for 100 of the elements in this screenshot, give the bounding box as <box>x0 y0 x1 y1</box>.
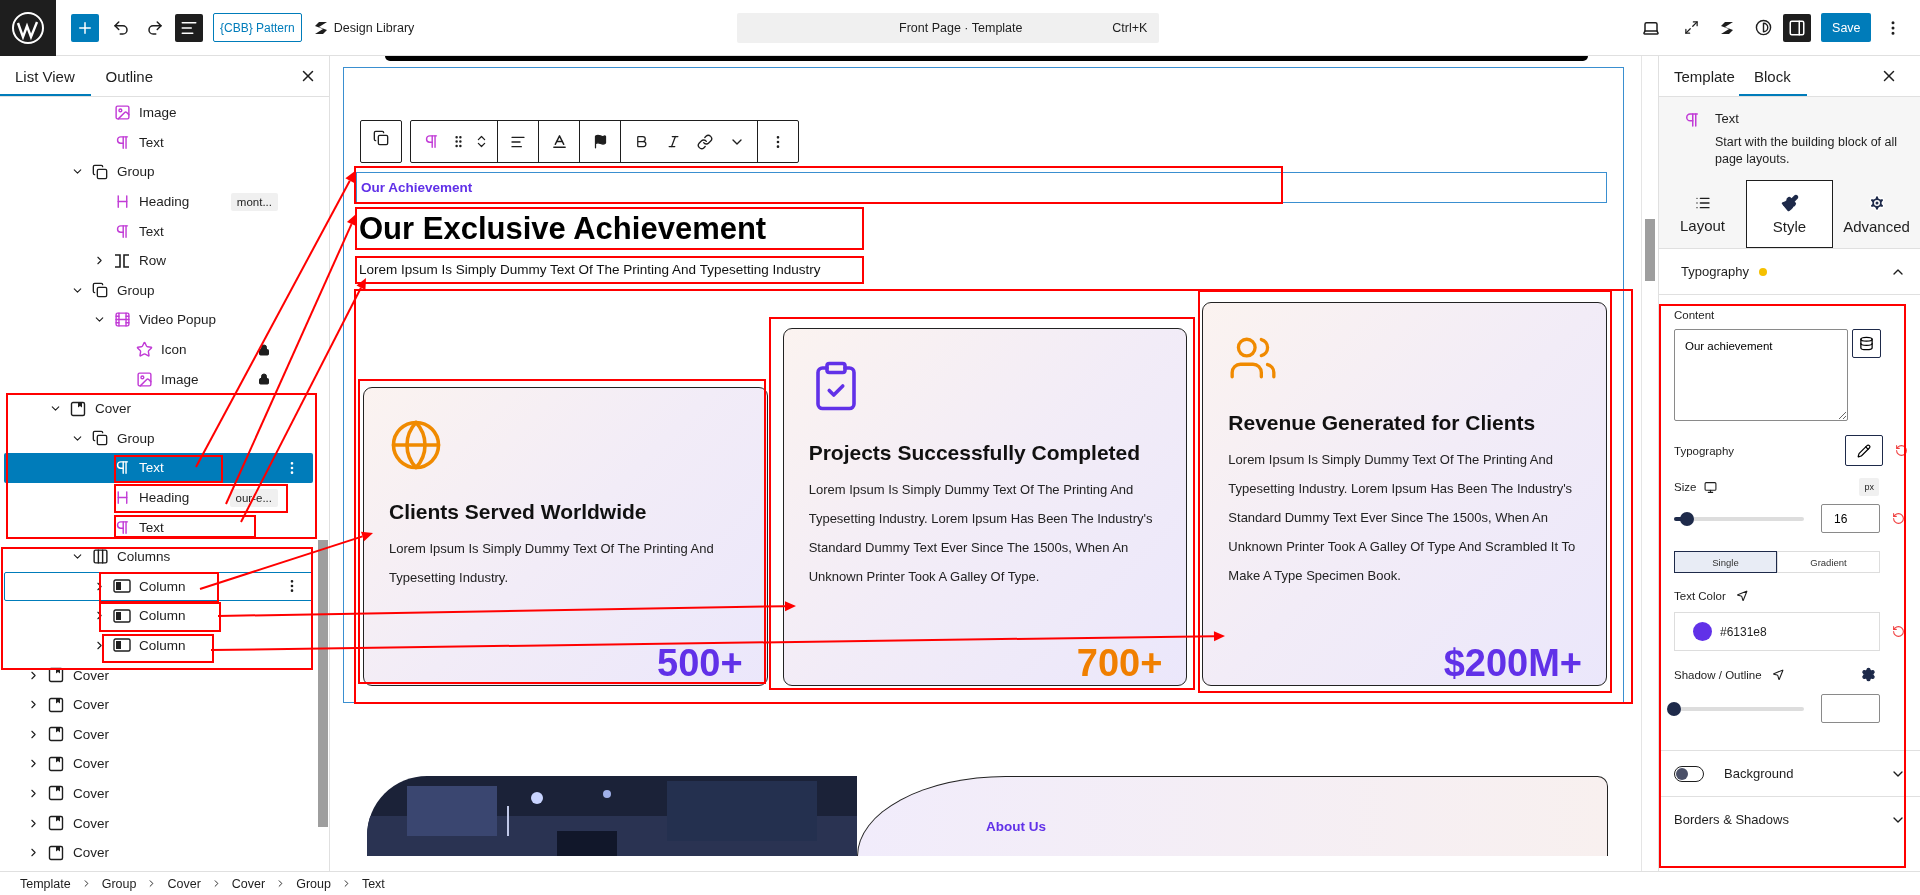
section-heading: Our Exclusive Achievement <box>359 210 767 247</box>
inspector-tab[interactable]: Layout <box>1659 180 1746 248</box>
image-icon <box>113 104 131 122</box>
cursor-icon <box>1771 668 1785 681</box>
layer-item[interactable]: Video Popup <box>4 305 313 335</box>
block-name: Text <box>1715 111 1740 126</box>
field-label: Size <box>1674 481 1697 493</box>
cover-icon <box>48 785 64 802</box>
cover-icon <box>48 726 64 743</box>
toggle-switch[interactable] <box>1674 765 1704 782</box>
layer-item[interactable]: Group <box>4 423 313 454</box>
reset-icon[interactable] <box>1892 512 1905 525</box>
layer-item[interactable]: Cover <box>4 689 313 720</box>
layer-item[interactable]: Columns <box>4 541 313 572</box>
inspector-tab[interactable]: Style <box>1746 180 1833 248</box>
save-button[interactable]: Save <box>1821 13 1872 42</box>
cover-icon <box>48 696 64 713</box>
sidebar-icon <box>1788 18 1807 37</box>
dynamic-data-button[interactable] <box>1852 329 1881 358</box>
sidebar-toggle-button[interactable] <box>1783 13 1812 42</box>
layer-item[interactable]: Cover <box>4 808 313 838</box>
panel-tab[interactable]: List View <box>0 56 91 96</box>
color-field[interactable]: #6131e8 <box>1674 612 1880 651</box>
field-label: Shadow / Outline <box>1674 668 1762 681</box>
design-library-button[interactable]: Design Library <box>309 19 419 36</box>
layer-item[interactable]: Group <box>4 275 313 306</box>
layer-item[interactable]: Column <box>4 571 313 602</box>
unit-label[interactable]: px <box>1859 478 1879 496</box>
column-icon <box>113 638 131 653</box>
stat-value: 700+ <box>1076 643 1163 683</box>
card-text: Lorem Ipsum Is Simply Dummy Text Of The Printing And Typesetting Industry. <box>389 540 715 587</box>
layer-item[interactable]: Cover <box>4 660 313 690</box>
settings-icon[interactable] <box>1861 667 1876 682</box>
layer-item[interactable]: Text <box>4 127 313 158</box>
reset-icon[interactable] <box>1892 625 1905 638</box>
layer-item[interactable]: Image <box>4 98 313 128</box>
card-title: Projects Successfully Completed <box>808 441 1142 465</box>
layer-item[interactable]: Cover <box>4 749 313 779</box>
breadcrumb-link[interactable]: Template <box>20 876 71 891</box>
field-label: Typography <box>1674 444 1735 457</box>
layer-item[interactable]: Text <box>4 453 313 483</box>
layer-item[interactable]: Text <box>4 512 313 542</box>
content-field[interactable]: Our achievement <box>1674 329 1848 421</box>
layer-item[interactable]: Cover <box>4 837 313 868</box>
image-icon <box>135 370 153 388</box>
size-field[interactable]: 16 <box>1821 504 1880 533</box>
section-label: About Us <box>986 819 1046 834</box>
breadcrumb-link[interactable]: Group <box>101 876 137 891</box>
cursor-icon <box>1735 589 1749 602</box>
field-label: Content <box>1674 309 1716 321</box>
cover-icon <box>48 667 64 684</box>
column-icon <box>113 608 131 623</box>
layer-item[interactable]: Group <box>4 157 313 187</box>
layer-item[interactable]: Cover <box>4 393 313 424</box>
pattern-button[interactable]: {CBB} Pattern <box>213 13 302 42</box>
settings-icon <box>1867 193 1886 212</box>
breadcrumb-link[interactable]: Cover <box>231 876 266 891</box>
columns-icon <box>91 548 109 566</box>
undo-icon <box>112 18 130 37</box>
layer-item[interactable]: Icon <box>4 334 313 365</box>
sidebar-tab[interactable]: Block <box>1739 56 1807 96</box>
star-icon <box>135 341 153 359</box>
breadcrumb-link[interactable]: Text <box>361 876 385 891</box>
cover-icon <box>70 400 86 417</box>
layer-item[interactable]: Cover <box>4 778 313 809</box>
card-text: Lorem Ipsum Is Simply Dummy Text Of The Printing And Typesetting Industry. Lorem Ipsum Has Been The Industry's Standard Dummy Text Ever Since The 1500s, When An Unknown Printer Took A Galley Of Type. <box>808 481 1154 586</box>
breadcrumb-link[interactable]: Cover <box>167 876 201 891</box>
cover-icon <box>48 755 64 772</box>
layer-item[interactable]: Image <box>4 364 313 394</box>
layer-item[interactable]: Column <box>4 630 313 661</box>
layer-item[interactable]: Cover <box>4 719 313 750</box>
list-view-button[interactable] <box>175 13 203 42</box>
group-icon <box>92 164 108 180</box>
brush-icon <box>1780 193 1799 212</box>
group-icon <box>92 282 108 299</box>
card-text: Lorem Ipsum Is Simply Dummy Text Of The Printing And Typesetting Industry. Lorem Ipsum Has Been The Industry's Standard Dummy Text Ever Since The 1500s, When An Unknown Printer Took A Galley Of Type And Scrambled It To Make A Type Specimen Book. <box>1228 451 1577 585</box>
inspector-tab[interactable]: Advanced <box>1833 180 1920 248</box>
globe-icon <box>389 418 443 472</box>
add-block-button[interactable] <box>71 13 99 42</box>
layer-item[interactable]: Row <box>4 245 313 276</box>
row-icon <box>113 253 131 268</box>
pencil-icon <box>1857 443 1871 458</box>
site-logo[interactable] <box>0 0 56 56</box>
library-logo-icon <box>313 19 328 36</box>
breadcrumb-link[interactable]: Group <box>296 876 331 891</box>
color-mode-tab[interactable]: Single <box>1674 551 1777 573</box>
cover-icon <box>48 815 64 832</box>
edit-typography-button[interactable] <box>1845 435 1883 466</box>
layer-item[interactable]: Heading mont... <box>4 186 313 217</box>
card-title: Revenue Generated for Clients <box>1228 411 1537 435</box>
panel-tab[interactable]: Outline <box>90 56 179 96</box>
layer-item[interactable]: Column <box>4 601 313 631</box>
shadow-field[interactable] <box>1821 694 1880 723</box>
group-icon <box>92 430 108 447</box>
sidebar-tab[interactable]: Template <box>1659 56 1739 96</box>
reset-icon[interactable] <box>1895 444 1908 457</box>
cover-icon <box>48 844 64 861</box>
command-bar[interactable]: Front Page · Template Ctrl+K <box>737 12 1160 43</box>
layer-item[interactable]: Text <box>4 216 313 246</box>
color-mode-tab[interactable]: Gradient <box>1777 551 1880 573</box>
